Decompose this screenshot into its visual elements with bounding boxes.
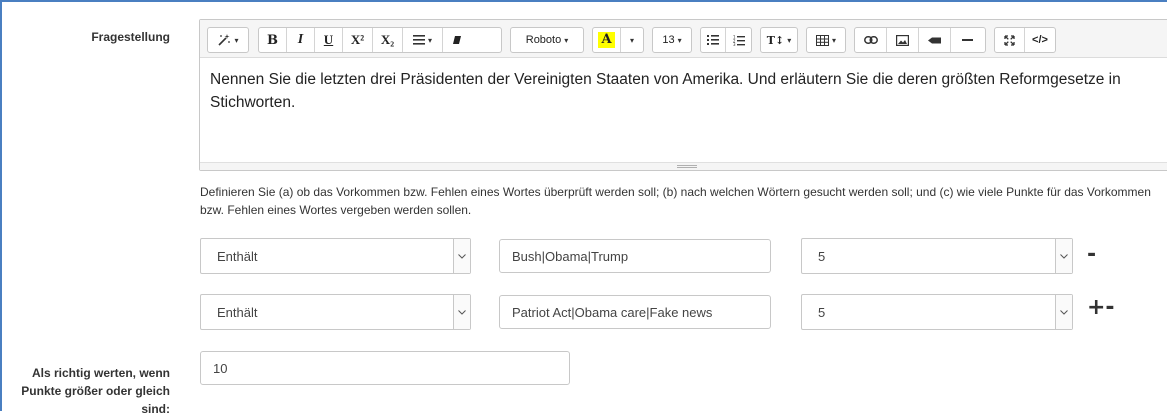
image-button[interactable] [887,28,919,52]
code-view-button[interactable]: </> [1025,28,1055,52]
horizontal-rule-button[interactable] [951,28,983,52]
rule-words-input[interactable]: Bush|Obama|Trump [499,239,771,273]
table-dropdown[interactable]: ▾ [807,28,845,52]
magic-wand-button[interactable]: ▾ [208,28,248,52]
line-height-dropdown[interactable]: T↕ ▾ [761,28,797,52]
video-icon [928,36,941,45]
chevron-down-icon [453,239,470,273]
threshold-value: 10 [213,361,228,376]
color-dropdown[interactable]: ▾ [621,28,643,52]
question-label: Fragestellung [91,30,170,44]
help-text: Definieren Sie (a) ob das Vorkommen bzw.… [200,185,1151,217]
link-button[interactable] [855,28,887,52]
rule-words-value: Bush|Obama|Trump [512,249,629,264]
highlight-button[interactable]: A [593,28,621,52]
chevron-down-icon [1055,295,1072,329]
link-icon [863,36,878,44]
bold-button[interactable]: B [259,28,287,52]
rule-points-select[interactable]: 5 [801,238,1073,274]
chevron-down-icon [453,295,470,329]
rule-points-value: 5 [818,249,826,264]
underline-button[interactable]: U [315,28,343,52]
numbered-list-icon: 123 [733,35,745,46]
editor-content[interactable]: Nennen Sie die letzten drei Präsidenten … [210,68,1163,114]
font-name-value: Roboto [525,34,562,46]
superscript-button[interactable]: X² [343,28,373,52]
table-icon [815,34,829,46]
threshold-input[interactable]: 10 [200,351,570,385]
font-size-value: 13 [662,34,675,46]
font-size-dropdown[interactable]: 13 ▾ [653,28,691,52]
view-group: </> [994,27,1056,53]
rule-condition-value: Enthält [217,249,258,264]
fullscreen-icon [1004,34,1015,46]
horizontal-rule-icon [961,38,973,42]
magic-wand-icon [217,33,231,47]
add-remove-rule-buttons[interactable]: +- [1087,297,1115,319]
rule-words-value: Patriot Act|Obama care|Fake news [512,305,713,320]
font-name-group: Roboto ▾ [510,27,584,53]
bullet-list-icon [707,35,720,45]
italic-button[interactable]: I [287,28,315,52]
resize-grip-icon [677,165,697,168]
highlight-color-icon: A [598,32,615,48]
rule-words-input[interactable]: Patriot Act|Obama care|Fake news [499,295,771,329]
subscript-button[interactable]: X₂ [373,28,403,52]
svg-text:3: 3 [733,42,736,46]
color-group: A ▾ [592,27,644,53]
align-dropdown[interactable]: ▾ [403,28,443,52]
rule-condition-select[interactable]: Enthält [200,294,471,330]
rule-points-select[interactable]: 5 [801,294,1073,330]
insert-group [854,27,986,53]
code-icon: </> [1032,34,1048,46]
bullet-list-button[interactable] [701,28,727,52]
image-icon [896,34,909,46]
line-height-icon: T↕ [766,33,785,47]
video-button[interactable] [919,28,951,52]
threshold-label: Als richtig werten, wenn Punkte größer o… [21,366,170,416]
eraser-button[interactable] [443,28,471,52]
chevron-down-icon [1055,239,1072,273]
rule-points-value: 5 [818,305,826,320]
list-group: 123 [700,27,752,53]
editor-resize-handle[interactable] [200,162,1167,170]
line-height-group: T↕ ▾ [760,27,798,53]
eraser-icon [452,35,462,45]
fullscreen-button[interactable] [995,28,1025,52]
font-name-dropdown[interactable]: Roboto ▾ [511,28,583,52]
rule-condition-value: Enthält [217,305,258,320]
rule-condition-select[interactable]: Enthält [200,238,471,274]
format-group: B I U X² X₂ ▾ [258,27,502,53]
editor-toolbar: ▾ B I U X² X₂ ▾ Roboto ▾ A ▾ 13 ▾ 1 2 3 … [200,20,1167,58]
font-size-group: 13 ▾ [652,27,692,53]
align-icon [412,35,425,45]
rich-text-editor: ▾ B I U X² X₂ ▾ Roboto ▾ A ▾ 13 ▾ 1 2 3 … [199,19,1167,171]
numbered-list-button[interactable]: 123 [726,28,751,52]
magic-group: ▾ [207,27,249,53]
table-group: ▾ [806,27,846,53]
remove-rule-button[interactable]: - [1087,244,1096,266]
